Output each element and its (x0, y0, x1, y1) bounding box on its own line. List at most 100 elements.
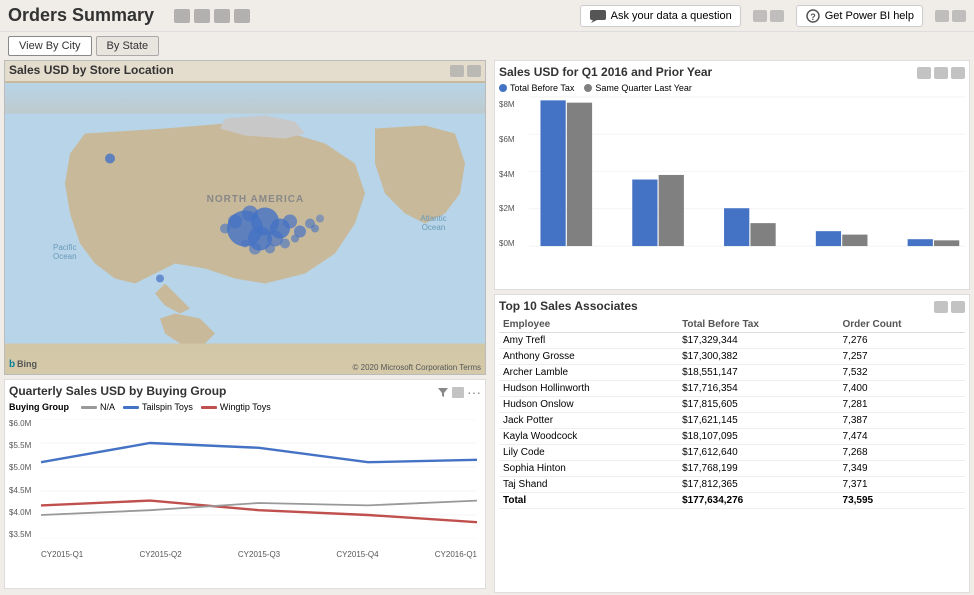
cell-total: $17,300,382 (678, 349, 838, 365)
ask-question-button[interactable]: Ask your data a question (580, 5, 741, 27)
header-icons (174, 9, 250, 23)
table-row: Taj Shand$17,812,3657,371 (499, 477, 965, 493)
top-sales-section: Top 10 Sales Associates Employee Total B… (494, 294, 970, 593)
cell-employee: Sophia Hinton (499, 461, 678, 477)
cell-employee: Taj Shand (499, 477, 678, 493)
cell-employee: Lily Code (499, 445, 678, 461)
ask-block-icon[interactable] (770, 10, 784, 22)
total-cell-total: $177,634,276 (678, 493, 838, 509)
filter-icon[interactable] (174, 9, 190, 23)
cell-total: $17,815,605 (678, 397, 838, 413)
tailspin-color (123, 406, 139, 409)
x-label-q1-2016: CY2016-Q1 (435, 550, 477, 559)
map-background: NORTH AMERICA PacificOcean AtlanticOcean (5, 83, 485, 374)
svg-text:Bing: Bing (17, 359, 37, 369)
cell-count: 7,268 (839, 445, 965, 461)
bar-y-8: $8M (499, 100, 529, 109)
y-label-55: $5.5M (9, 441, 39, 450)
cell-total: $17,329,344 (678, 333, 838, 349)
wingtip-color (201, 406, 217, 409)
right-panel: Sales USD for Q1 2016 and Prior Year Tot… (490, 60, 974, 593)
page-title: Orders Summary (8, 5, 154, 26)
bar-y-2: $2M (499, 204, 529, 213)
bar-y-6: $6M (499, 135, 529, 144)
total-cell-count: 73,595 (839, 493, 965, 509)
table-row: Amy Trefl$17,329,3447,276 (499, 333, 965, 349)
bar-y-0: $0M (499, 239, 529, 248)
cell-employee: Jack Potter (499, 413, 678, 429)
top-sales-block-icon[interactable] (951, 301, 965, 313)
table-row: Anthony Grosse$17,300,3827,257 (499, 349, 965, 365)
table-row: Lily Code$17,612,6407,268 (499, 445, 965, 461)
cell-employee: Hudson Hollinworth (499, 381, 678, 397)
view-by-city-button[interactable]: View By City (8, 36, 92, 56)
bar-chart-expand-icon[interactable] (934, 67, 948, 79)
bar-chart-icons (917, 67, 965, 79)
wingtip-label: Wingtip Toys (220, 402, 271, 412)
table-row: Jack Potter$17,621,1457,387 (499, 413, 965, 429)
bar-y-4: $4M (499, 170, 529, 179)
svg-text:?: ? (810, 12, 816, 22)
y-axis: $3.5M $4.0M $4.5M $5.0M $5.5M $6.0M (9, 419, 39, 539)
expand-icon[interactable] (452, 387, 464, 398)
na-color (81, 406, 97, 409)
chart-icon[interactable] (214, 9, 230, 23)
map-section: Sales USD by Store Location (4, 60, 486, 375)
line-chart-wrapper: $3.5M $4.0M $4.5M $5.0M $5.5M $6.0M (9, 414, 481, 559)
cell-employee: Archer Lamble (499, 365, 678, 381)
bar-chart-legend: Total Before Tax Same Quarter Last Year (499, 83, 965, 93)
view-buttons-bar: View By City By State (0, 32, 974, 60)
help-chart-icon[interactable] (935, 10, 949, 22)
y-label-50: $5.0M (9, 463, 39, 472)
legend-same-quarter: Same Quarter Last Year (584, 83, 692, 93)
pacific-ocean-label: PacificOcean (53, 243, 77, 261)
bar-chart-block-icon[interactable] (951, 67, 965, 79)
map-chart-icon[interactable] (450, 65, 464, 77)
view-by-state-button[interactable]: By State (96, 36, 160, 56)
y-label-45: $4.5M (9, 486, 39, 495)
total-before-tax-label: Total Before Tax (510, 83, 574, 93)
map-block-icon[interactable] (467, 65, 481, 77)
settings-icon[interactable] (194, 9, 210, 23)
top-sales-title: Top 10 Sales Associates (499, 299, 638, 313)
cell-total: $18,551,147 (678, 365, 838, 381)
quarterly-legend: Buying Group N/A Tailspin Toys Wingtip T… (9, 402, 481, 412)
top-sales-chart-icon[interactable] (934, 301, 948, 313)
bar-chart-wrapper: $0M $2M $4M $6M $8M (499, 95, 965, 270)
quarterly-chart-section: Quarterly Sales USD by Buying Group ··· … (4, 379, 486, 589)
quarterly-title: Quarterly Sales USD by Buying Group (9, 384, 226, 398)
y-label-35: $3.5M (9, 530, 39, 539)
get-help-button[interactable]: ? Get Power BI help (796, 5, 923, 27)
total-before-tax-dot (499, 84, 507, 92)
table-row: Hudson Hollinworth$17,716,3547,400 (499, 381, 965, 397)
cell-count: 7,371 (839, 477, 965, 493)
block-icon[interactable] (234, 9, 250, 23)
tailspin-label: Tailspin Toys (142, 402, 193, 412)
header-right: Ask your data a question ? Get Power BI … (580, 5, 966, 27)
cell-count: 7,349 (839, 461, 965, 477)
table-row: Kayla Woodcock$18,107,0957,474 (499, 429, 965, 445)
cell-total: $17,768,199 (678, 461, 838, 477)
table-row: Hudson Onslow$17,815,6057,281 (499, 397, 965, 413)
ask-question-label: Ask your data a question (611, 10, 732, 22)
top-sales-icons (934, 301, 965, 313)
legend-na: N/A (81, 402, 115, 412)
table-row: Sophia Hinton$17,768,1997,349 (499, 461, 965, 477)
bar-chart-icon[interactable] (917, 67, 931, 79)
more-options-icon[interactable]: ··· (467, 385, 481, 399)
legend-wingtip: Wingtip Toys (201, 402, 271, 412)
help-block-icon[interactable] (952, 10, 966, 22)
filter-icon[interactable] (437, 386, 449, 398)
cell-total: $17,812,365 (678, 477, 838, 493)
cell-count: 7,281 (839, 397, 965, 413)
ask-chart-icon[interactable] (753, 10, 767, 22)
y-label-40: $4.0M (9, 508, 39, 517)
map-canvas[interactable]: NORTH AMERICA PacificOcean AtlanticOcean… (5, 83, 485, 374)
col-employee: Employee (499, 317, 678, 333)
left-panel: Sales USD by Store Location (0, 60, 490, 593)
map-copyright: © 2020 Microsoft Corporation Terms (353, 363, 481, 372)
bar-y-axis: $0M $2M $4M $6M $8M (499, 100, 529, 248)
map-section-header: Sales USD by Store Location (5, 61, 485, 81)
cell-total: $18,107,095 (678, 429, 838, 445)
bar-chart-svg: Packaging Materials Clothing Novelty Ite… (529, 95, 965, 248)
